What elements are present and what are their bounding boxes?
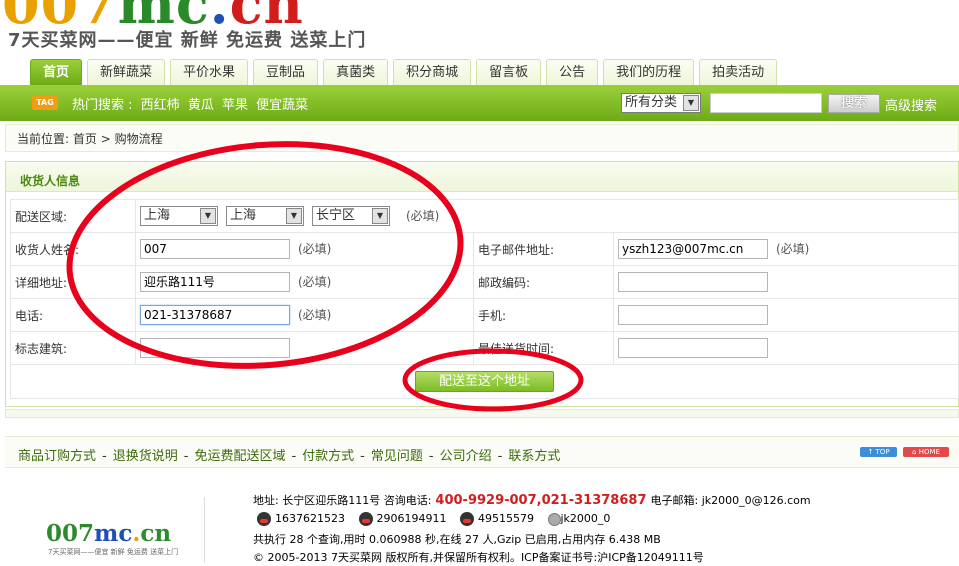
annotation-overlay <box>66 141 584 412</box>
annotation-ellipse-form <box>66 141 464 369</box>
annotation-ellipse-button <box>402 348 584 412</box>
